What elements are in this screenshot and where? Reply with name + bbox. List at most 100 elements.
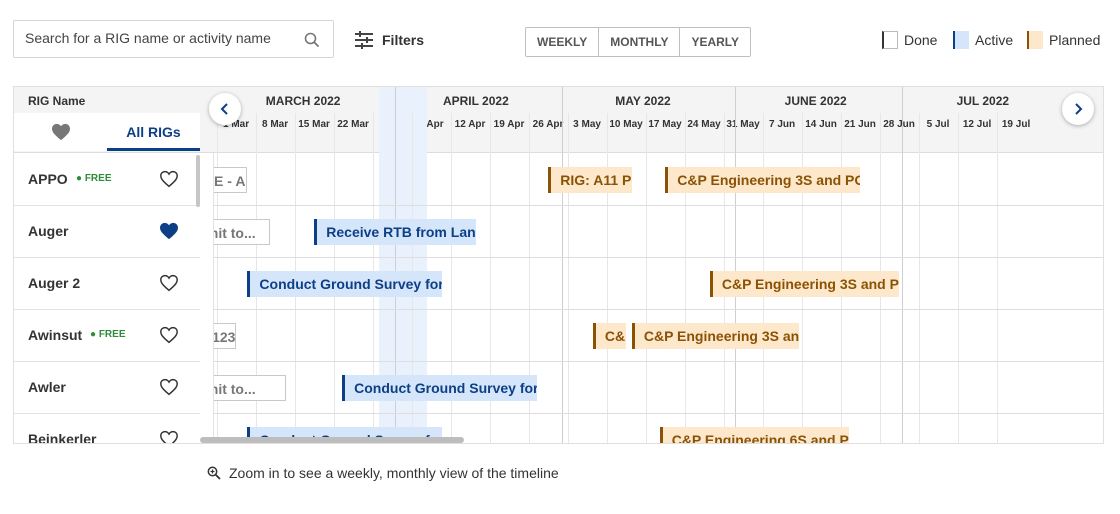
zoom-hint-text: Zoom in to see a weekly, monthly view of… [229,465,559,481]
week-label: 12 Apr [454,119,486,130]
activity-bar-done[interactable]: Submit to... [214,375,287,401]
heart-outline-icon[interactable] [159,274,179,297]
timeline-panel: 1 Mar 8 Mar 15 Mar 22 Mar 5 Apr 12 Apr 19 Apr 2… [13,86,1104,444]
week-gridline [645,113,647,443]
rig-name: Awler [28,379,66,395]
activity-bar-active[interactable]: Conduct Ground Survey for KMZ [247,271,443,297]
legend-planned: Planned [1027,31,1100,49]
zoom-in-icon [207,466,221,480]
rig-name: Awinsut [28,327,83,343]
prev-period-button[interactable] [209,93,241,125]
week-label: 10 May [609,119,643,130]
week-gridline [606,113,608,443]
activity-bar-planned[interactable]: RIG: A11 P&A [548,167,632,193]
week-label: 3 May [573,119,601,130]
heart-outline-icon[interactable] [159,378,179,401]
month-label: MARCH 2022 [265,94,341,108]
free-badge: ● FREE [90,329,126,340]
heart-outline-icon[interactable] [159,430,179,443]
search-box[interactable] [13,20,334,58]
week-gridline [684,113,686,443]
month-divider [562,87,564,443]
view-monthly-button[interactable]: MONTHLY [599,28,681,56]
heart-filled-icon [51,123,70,141]
week-label: 8 Mar [262,119,289,130]
view-yearly-button[interactable]: YEARLY [680,28,750,56]
rig-name-column-header: RIG Name [28,94,86,108]
filters-label: Filters [382,32,425,48]
filters-button[interactable]: Filters [354,30,424,50]
week-label: 12 Jul [962,119,992,130]
timeline-header: 1 Mar 8 Mar 15 Mar 22 Mar 5 Apr 12 Apr 19 Apr 2… [214,87,1103,153]
rig-row[interactable]: Beinkerler [14,414,200,444]
rig-name: Auger 2 [28,275,81,291]
activity-bar-planned[interactable]: C&P Engineering 3S and PO - [592,323,627,349]
rig-row[interactable]: APPO ● FREE [14,154,200,206]
rig-row[interactable]: Awler [14,362,200,414]
week-label: 5 Jul [926,119,950,130]
row-divider [214,205,1103,206]
tab-favorites[interactable] [14,113,107,151]
free-badge: ● FREE [76,173,112,184]
activity-bar-planned[interactable]: C&P Engineering 3S and PO - [631,323,799,349]
month-label: MAY 2022 [615,94,671,108]
filters-icon [354,30,374,50]
heart-filled-icon[interactable] [159,222,179,245]
month-label: JUNE 2022 [784,94,847,108]
week-label: 15 Mar [298,119,330,130]
view-mode-toggle: WEEKLY MONTHLY YEARLY [525,27,752,57]
week-gridline [918,113,920,443]
week-label: 19 Apr [493,119,525,130]
row-divider [214,361,1103,362]
legend-done-label: Done [904,32,938,48]
month-label: APRIL 2022 [442,94,509,108]
activity-bar-planned[interactable]: C&P Engineering 3S and PO - [665,167,861,193]
week-gridline [957,113,959,443]
week-label: 31 May [726,119,760,130]
rig-row[interactable]: Auger [14,206,200,258]
legend-active: Active [953,31,1013,49]
rig-name: Auger [28,223,69,239]
week-label: 14 Jun [805,119,837,130]
week-label: 28 Jun [883,119,915,130]
legend-planned-label: Planned [1049,32,1101,48]
timeline-grid[interactable]: 1 Mar 8 Mar 15 Mar 22 Mar 5 Apr 12 Apr 19 Apr 2… [214,87,1103,443]
activity-bar-active[interactable]: Conduct Ground Survey for KMZ [342,375,538,401]
legend-done: Done [882,31,937,49]
row-divider [214,257,1103,258]
heart-outline-icon[interactable] [159,170,179,193]
activity-bar-done[interactable]: ART 123 [214,323,237,349]
rig-row[interactable]: Awinsut ● FREE [14,310,200,362]
chevron-left-icon [220,103,228,115]
vertical-scrollbar[interactable] [196,155,200,207]
rig-list-header: RIG Name All RIGs [14,87,214,153]
week-label: 22 Mar [337,119,369,130]
week-gridline [996,113,998,443]
search-input[interactable] [25,30,295,46]
activity-bar-done[interactable]: Submit to... [214,219,270,245]
search-icon[interactable] [304,32,320,53]
rig-name: Beinkerler [28,431,97,444]
month-divider [902,87,904,443]
row-divider [214,309,1103,310]
horizontal-scrollbar[interactable] [200,437,464,443]
activity-bar-planned[interactable]: C&P Engineering 3S and PO - [709,271,900,297]
tab-all-rigs[interactable]: All RIGs [107,113,200,151]
month-divider [735,87,737,443]
activity-bar-planned[interactable]: C&P Engineering 6S and PO - [659,427,850,443]
week-label: 17 May [648,119,682,130]
activity-bar-active[interactable]: Receive RTB from Land Owner [314,219,476,245]
row-divider [214,413,1103,414]
week-label: 19 Jul [1001,119,1031,130]
week-gridline [567,113,569,443]
rig-name: APPO [28,171,68,187]
activity-bar-done[interactable]: CHOOSE - ART 123 [214,167,248,193]
view-weekly-button[interactable]: WEEKLY [526,28,600,56]
next-period-button[interactable] [1062,93,1094,125]
week-label: 7 Jun [769,119,796,130]
rig-list-panel: RIG Name All RIGs APPO ● FREE Auger Auger 2… [14,87,214,443]
week-label: 21 Jun [844,119,876,130]
rig-row[interactable]: Auger 2 [14,258,200,310]
heart-outline-icon[interactable] [159,326,179,349]
week-label: 24 May [687,119,721,130]
